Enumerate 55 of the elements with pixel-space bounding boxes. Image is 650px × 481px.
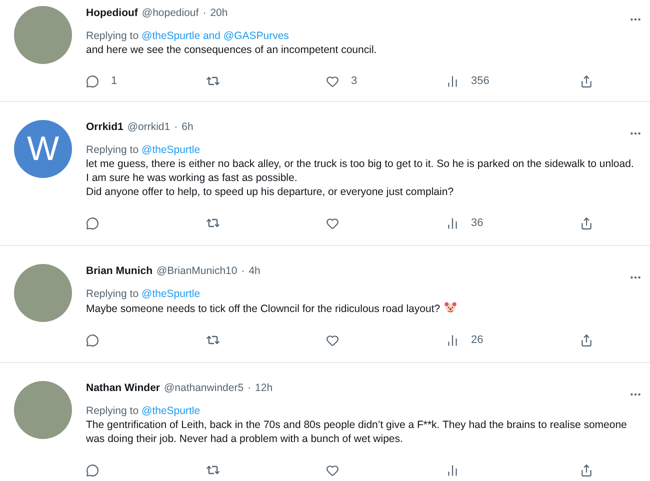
replying-label: Replying to [86,143,139,157]
separator-dot: · [241,264,245,280]
post-text: and here we see the consequences of an incompetent council. [86,44,377,56]
mention-link[interactable]: @theSpurtle and @GASPurves [142,29,289,43]
repost-button[interactable] [206,333,220,347]
views-button[interactable] [446,334,459,346]
user-handle: @BrianMunich10 [156,264,238,280]
reply-button[interactable] [86,216,99,230]
user-handle: @hopediouf [142,6,199,22]
like-button[interactable] [326,334,339,346]
repost-button[interactable] [206,74,220,88]
reply-button[interactable] [86,464,99,476]
share-button[interactable] [580,464,593,476]
post-time: 4h [248,264,260,280]
views-button[interactable] [446,464,459,476]
user-name[interactable]: Nathan Winder [86,381,160,397]
user-name[interactable]: Brian Munich [86,264,153,280]
reply-button[interactable] [86,334,99,346]
replying-label: Replying to [86,287,139,301]
user-name[interactable]: Hopediouf [86,6,138,22]
count-label: 26 [471,332,484,348]
mention-link[interactable]: @theSpurtle [142,143,200,157]
mention-link[interactable]: @theSpurtle [142,404,200,418]
post-time: 12h [255,381,273,396]
post-text: let me guess, there is either no back alley, or the truck is too big to get to it. So he is parked on the sidewalk to unload. I am sure he was working as fast as possible. Did anyone offer to help, to speed up his departure, or everyone just complain? [86,158,634,198]
share-button[interactable] [580,74,593,88]
share-button[interactable] [580,334,593,346]
clown-face-icon [444,301,458,314]
views-button[interactable] [446,216,459,230]
count-label: 356 [471,74,490,89]
reply-button[interactable] [86,74,99,88]
post-time: 6h [182,120,194,136]
mention-link[interactable]: @theSpurtle [142,287,200,301]
avatar[interactable]: W [14,120,72,178]
like-button[interactable] [326,74,339,88]
repost-button[interactable] [206,216,220,230]
share-button[interactable] [580,216,593,230]
post-text: Maybe someone needs to tick off the Clowncil for the ridiculous road layout? [86,303,440,315]
repost-button[interactable] [206,463,220,477]
views-button[interactable] [446,74,459,88]
separator-dot: · [174,120,178,136]
count-label: 36 [471,216,484,231]
replying-label: Replying to [86,29,139,43]
replying-label: Replying to [86,404,139,418]
separator-dot: · [202,6,206,22]
like-button[interactable] [326,464,339,476]
separator-dot: · [248,381,252,396]
user-handle: @orrkid1 [127,120,170,136]
post-time: 20h [210,6,228,22]
user-handle: @nathanwinder5 [164,381,244,396]
user-name[interactable]: Orrkid1 [86,120,124,136]
post-text: The gentrification of Leith, back in the 70s and 80s people didn’t give a F**k. They had the brains to realise someone was doing their job. Never had a problem with a bunch of wet wipes. [86,419,627,445]
count-label: 1 [111,74,118,89]
like-button[interactable] [326,216,339,230]
count-label: 3 [351,74,358,89]
